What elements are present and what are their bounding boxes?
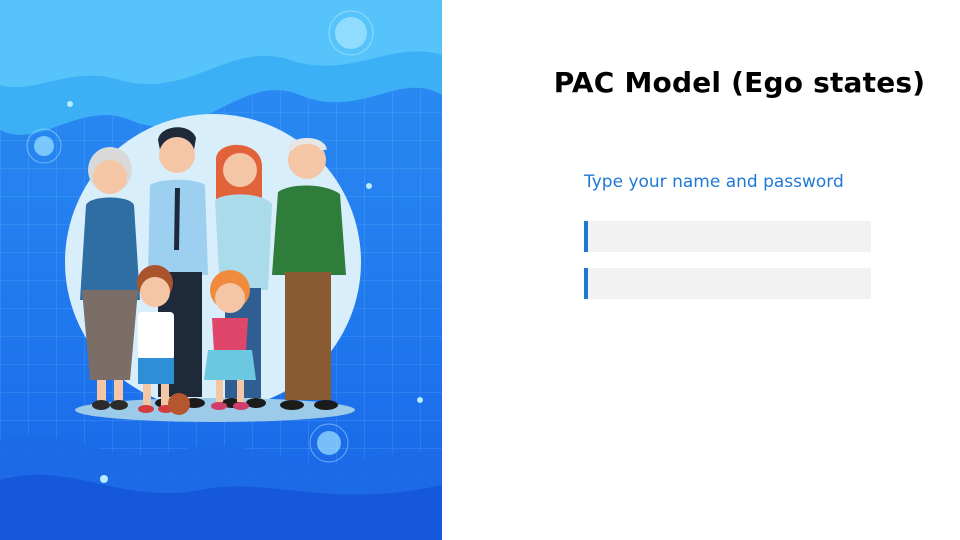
login-prompt: Type your name and password (584, 172, 844, 192)
family-illustration (0, 0, 442, 540)
password-field[interactable] (584, 268, 871, 299)
page-title: PAC Model (Ego states) (553, 66, 926, 99)
login-panel: PAC Model (Ego states) Type your name an… (442, 0, 960, 540)
ball (168, 393, 190, 415)
name-field[interactable] (584, 221, 871, 252)
family-illustration-panel (0, 0, 442, 540)
